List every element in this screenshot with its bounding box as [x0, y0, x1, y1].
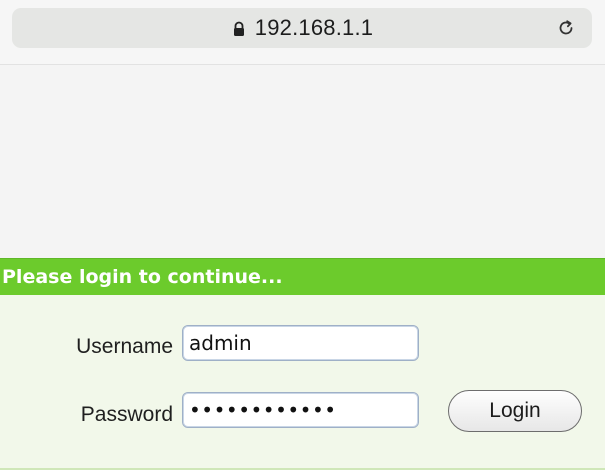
page-content: Please login to continue... Username Pas…	[0, 65, 605, 470]
login-banner: Please login to continue...	[0, 258, 605, 296]
password-field[interactable]	[182, 392, 419, 428]
lock-icon	[233, 21, 244, 36]
address-bar[interactable]: 192.168.1.1	[12, 8, 592, 48]
address-bar-content: 192.168.1.1	[12, 8, 592, 48]
login-button[interactable]: Login	[448, 390, 582, 432]
url-text: 192.168.1.1	[254, 15, 374, 40]
username-field[interactable]	[182, 325, 419, 361]
username-label: Username	[76, 335, 173, 358]
login-form: Username Password Login	[0, 295, 605, 470]
password-label: Password	[80, 403, 173, 426]
reload-icon[interactable]	[556, 18, 576, 38]
browser-toolbar: 192.168.1.1	[0, 0, 605, 65]
banner-title: Please login to continue...	[2, 266, 283, 288]
